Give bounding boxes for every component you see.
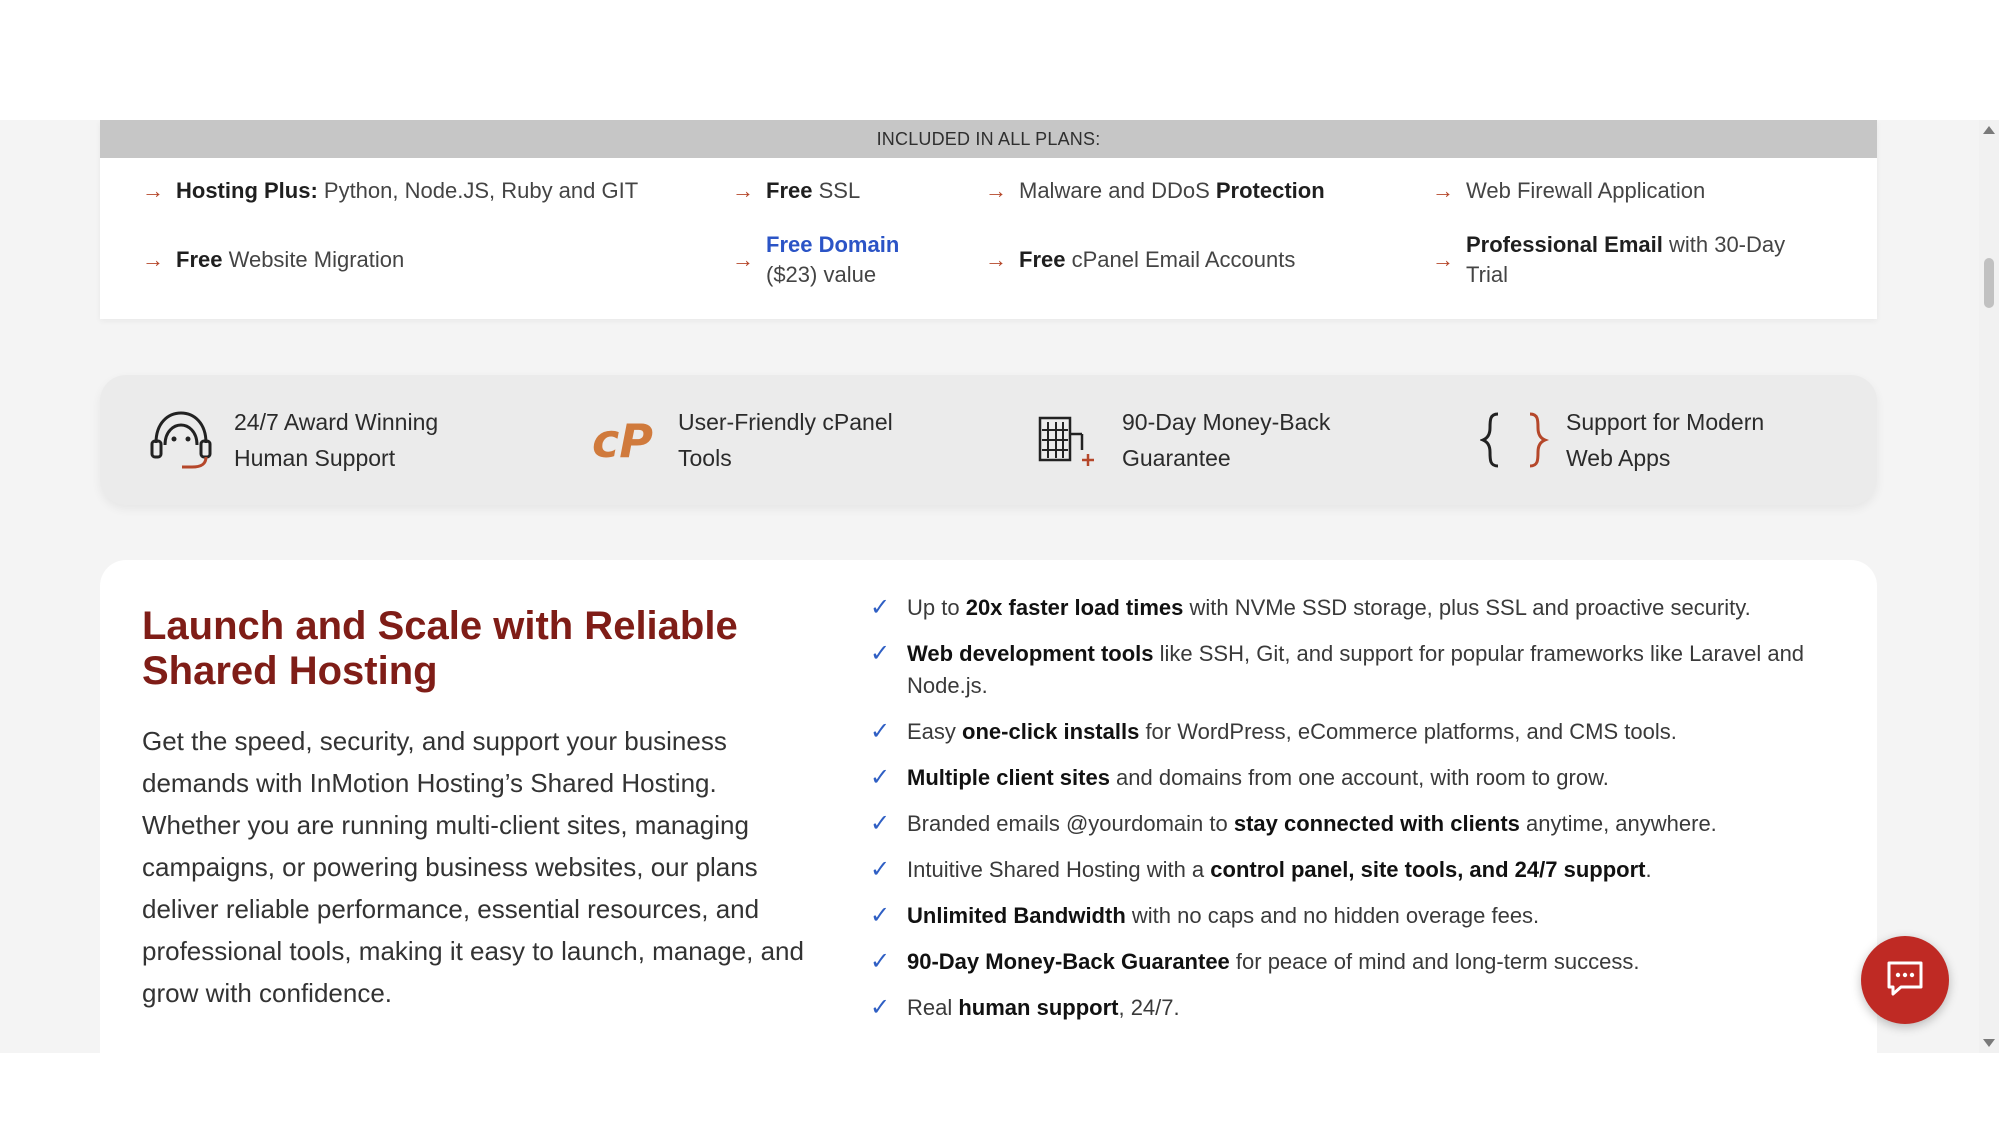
scrollbar-thumb[interactable] (1984, 258, 1994, 308)
list-item: ✓ Intuitive Shared Hosting with a control… (870, 854, 1850, 886)
feature-website-migration: → Free Website Migration (142, 245, 404, 275)
feature-professional-email: → Professional Email with 30-Day Trial (1432, 232, 1786, 287)
list-item: ✓ Multiple client sites and domains from … (870, 762, 1850, 794)
highlight-money-back: 90-Day Money-Back Guarantee (1036, 375, 1392, 505)
free-domain-link[interactable]: Free Domain (766, 232, 899, 257)
feature-ddos-protection: → Malware and DDoS Protection (985, 176, 1325, 206)
feature-web-firewall: → Web Firewall Application (1432, 176, 1705, 206)
page-viewport: INCLUDED IN ALL PLANS: → Hosting Plus: P… (0, 120, 1979, 1053)
feature-checklist: ✓ Up to 20x faster load times with NVMe S… (870, 592, 1850, 1038)
highlight-support: 24/7 Award Winning Human Support (148, 375, 504, 505)
check-icon: ✓ (870, 718, 891, 745)
section-title: Launch and Scale with Reliable Shared Ho… (142, 604, 738, 693)
list-item: ✓ Real human support, 24/7. (870, 992, 1850, 1024)
arrow-right-icon: → (1432, 178, 1454, 203)
highlights-bar: 24/7 Award Winning Human Support cP User-… (100, 375, 1877, 505)
check-icon: ✓ (870, 594, 891, 621)
check-icon: ✓ (870, 902, 891, 929)
list-item: ✓ Web development tools like SSH, Git, an… (870, 640, 1805, 698)
highlight-cpanel: cP User-Friendly cPanel Tools (592, 375, 948, 505)
highlight-web-apps: Support for Modern Web Apps (1480, 375, 1836, 505)
list-item: ✓ Easy one-click installs for WordPress, … (870, 716, 1850, 748)
check-icon: ✓ (870, 640, 891, 667)
included-plans-panel: INCLUDED IN ALL PLANS: → Hosting Plus: P… (100, 120, 1877, 319)
list-item: ✓ Unlimited Bandwidth with no caps and no… (870, 900, 1850, 932)
list-item: ✓ Up to 20x faster load times with NVMe S… (870, 592, 1850, 624)
arrow-right-icon: → (1432, 247, 1454, 272)
list-item: ✓ 90-Day Money-Back Guarantee for peace o… (870, 946, 1850, 978)
included-plans-header: INCLUDED IN ALL PLANS: (100, 120, 1877, 158)
check-icon: ✓ (870, 948, 891, 975)
building-icon (1036, 405, 1122, 475)
check-icon: ✓ (870, 856, 891, 883)
scroll-up-icon[interactable] (1983, 126, 1995, 134)
arrow-right-icon: → (732, 247, 754, 272)
feature-free-ssl: → Free SSL (732, 176, 860, 206)
list-item: ✓ Branded emails @yourdomain to stay conn… (870, 808, 1850, 840)
feature-free-domain: → Free Domain ($23) value (732, 232, 900, 287)
check-icon: ✓ (870, 764, 891, 791)
arrow-right-icon: → (142, 178, 164, 203)
headset-icon (148, 405, 234, 475)
section-description: Get the speed, security, and support you… (142, 726, 804, 1008)
arrow-right-icon: → (985, 178, 1007, 203)
check-icon: ✓ (870, 810, 891, 837)
scroll-down-icon[interactable] (1983, 1039, 1995, 1047)
chat-button[interactable] (1861, 936, 1949, 1024)
cpanel-logo-icon: cP (592, 405, 678, 475)
chat-bubble-icon (1885, 959, 1925, 1002)
curly-braces-icon (1480, 405, 1566, 475)
feature-cpanel-email: → Free cPanel Email Accounts (985, 245, 1295, 275)
vertical-scrollbar[interactable] (1979, 120, 1999, 1053)
arrow-right-icon: → (142, 247, 164, 272)
arrow-right-icon: → (732, 178, 754, 203)
arrow-right-icon: → (985, 247, 1007, 272)
svg-text:cP: cP (592, 415, 653, 465)
shared-hosting-card: Launch and Scale with Reliable Shared Ho… (100, 560, 1877, 1053)
check-icon: ✓ (870, 994, 891, 1021)
feature-hosting-plus: → Hosting Plus: Python, Node.JS, Ruby an… (142, 176, 638, 206)
